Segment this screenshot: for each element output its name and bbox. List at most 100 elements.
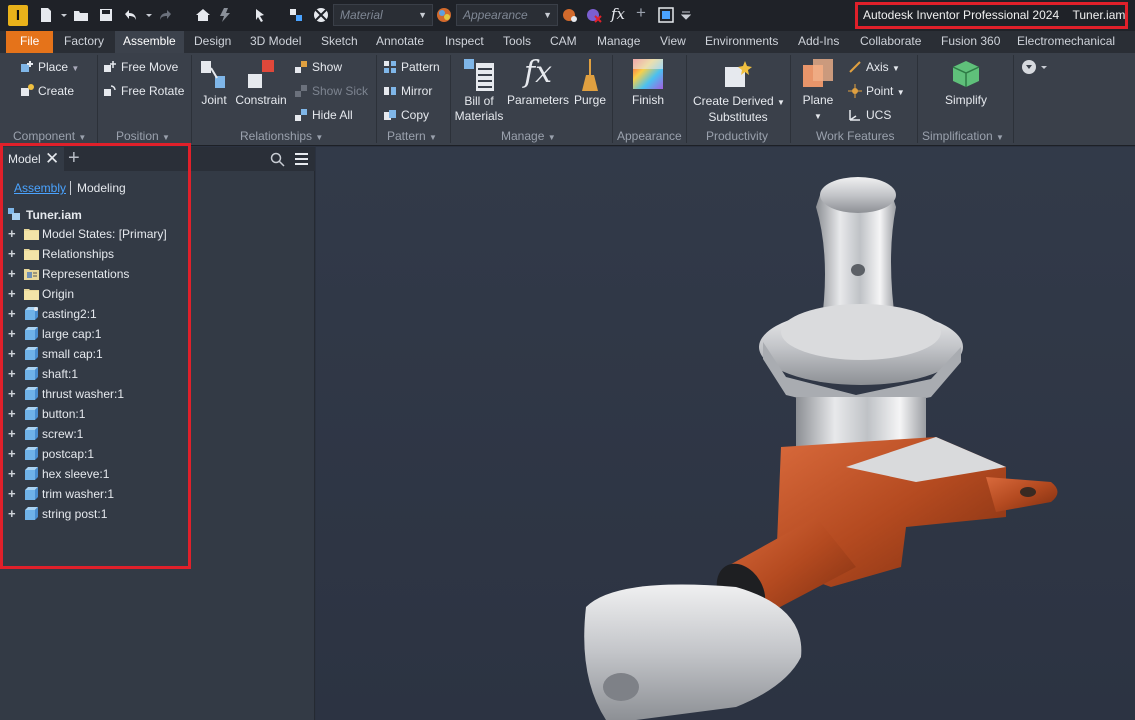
mirror-button[interactable]: Mirror [383, 84, 432, 98]
tab-manage[interactable]: Manage [589, 31, 648, 53]
tab-add-ins[interactable]: Add-Ins [790, 31, 847, 53]
pattern-button[interactable]: Pattern [383, 60, 440, 74]
open-folder-icon[interactable] [73, 7, 89, 23]
search-icon[interactable] [270, 152, 285, 167]
tab-sketch[interactable]: Sketch [313, 31, 366, 53]
tree-item[interactable]: + hex sleeve:1 [8, 465, 109, 483]
adjust-appearance-icon[interactable] [562, 7, 578, 23]
tree-item[interactable]: + screw:1 [8, 425, 83, 443]
expand-icon[interactable]: + [8, 425, 18, 443]
expand-icon[interactable]: + [8, 285, 18, 303]
create-derived-substitutes-button[interactable]: Create Derived ▼ Substitutes [693, 94, 785, 125]
hide-all-button[interactable]: Hide All [294, 108, 353, 122]
tree-item[interactable]: + string post:1 [8, 505, 107, 523]
tree-item[interactable]: + trim washer:1 [8, 485, 114, 503]
expand-icon[interactable]: + [8, 505, 18, 523]
clear-appearance-icon[interactable] [586, 7, 602, 23]
subtab-assembly[interactable]: Assembly [14, 181, 66, 195]
expand-icon[interactable]: + [8, 465, 18, 483]
tree-item[interactable]: + thrust washer:1 [8, 385, 124, 403]
appearance-select[interactable]: Appearance ▼ [456, 4, 558, 26]
parameters-fx-icon[interactable]: fx [611, 5, 625, 23]
joint-button[interactable]: Joint [197, 93, 231, 108]
tuner-model-render[interactable] [316, 147, 1135, 720]
manage-panel-label[interactable]: Manage ▼ [501, 129, 556, 143]
tree-item[interactable]: + Representations [8, 265, 129, 283]
bill-of-materials-button[interactable]: Bill of Materials [452, 94, 506, 124]
tab-3d-model[interactable]: 3D Model [242, 31, 309, 53]
tree-item[interactable]: + Origin [8, 285, 74, 303]
expand-icon[interactable]: + [8, 305, 18, 323]
tree-item[interactable]: + Relationships [8, 245, 114, 263]
expand-icon[interactable]: + [8, 485, 18, 503]
tree-item[interactable]: + postcap:1 [8, 445, 94, 463]
tree-item[interactable]: + button:1 [8, 405, 85, 423]
point-button[interactable]: Point ▼ [848, 84, 905, 100]
tab-tools[interactable]: Tools [495, 31, 539, 53]
tab-fusion-360[interactable]: Fusion 360 [933, 31, 1008, 53]
tab-file[interactable]: File [6, 31, 54, 53]
tree-item[interactable]: + shaft:1 [8, 365, 78, 383]
tab-collaborate[interactable]: Collaborate [852, 31, 929, 53]
free-move-button[interactable]: Free Move [103, 60, 178, 74]
tab-inspect[interactable]: Inspect [437, 31, 492, 53]
save-icon[interactable] [98, 7, 114, 23]
tab-design[interactable]: Design [186, 31, 239, 53]
expand-icon[interactable]: + [8, 265, 18, 283]
pattern-panel-label[interactable]: Pattern ▼ [387, 129, 437, 143]
ucs-button[interactable]: UCS [848, 108, 891, 122]
expand-icon[interactable]: + [8, 385, 18, 403]
add-icon[interactable]: + [636, 3, 646, 23]
expand-icon[interactable]: + [8, 405, 18, 423]
update-icon[interactable] [218, 7, 234, 23]
expand-icon[interactable]: + [8, 225, 18, 243]
position-panel-label[interactable]: Position ▼ [116, 129, 170, 143]
close-icon[interactable]: ✕ [45, 149, 59, 169]
redo-icon[interactable] [158, 7, 174, 23]
tree-item[interactable]: + casting2:1 [8, 305, 97, 323]
new-dropdown-icon[interactable] [60, 7, 68, 23]
copy-button[interactable]: Copy [383, 108, 429, 122]
tab-factory[interactable]: Factory [56, 31, 112, 53]
tree-item[interactable]: + Model States: [Primary] [8, 225, 167, 243]
expand-icon[interactable]: + [8, 365, 18, 383]
expand-icon[interactable]: + [8, 345, 18, 363]
create-button[interactable]: Create [20, 84, 74, 98]
tab-electromechanical[interactable]: Electromechanical [1009, 31, 1123, 53]
simplification-panel-label[interactable]: Simplification ▼ [922, 129, 1004, 143]
subtab-modeling[interactable]: Modeling [77, 181, 126, 195]
add-tab-icon[interactable]: + [68, 147, 80, 170]
show-button[interactable]: Show [294, 60, 342, 74]
ilogic-icon[interactable] [658, 7, 674, 23]
home-icon[interactable] [195, 7, 211, 23]
axis-button[interactable]: Axis ▼ [848, 60, 900, 76]
undo-dropdown-icon[interactable] [145, 7, 153, 23]
constrain-button[interactable]: Constrain [234, 93, 288, 108]
graphics-viewport[interactable] [316, 147, 1135, 720]
relationships-panel-label[interactable]: Relationships ▼ [240, 129, 323, 143]
finish-button[interactable]: Finish [626, 93, 670, 108]
select-priority-icon[interactable] [288, 7, 304, 23]
show-sick-button[interactable]: Show Sick [294, 84, 368, 98]
undo-icon[interactable] [122, 7, 138, 23]
select-filter-icon[interactable] [253, 7, 269, 23]
parameters-button[interactable]: Parameters [507, 93, 569, 108]
app-logo-icon[interactable]: I [8, 5, 28, 26]
expand-icon[interactable]: + [8, 445, 18, 463]
appearance-ball-icon[interactable] [436, 7, 452, 23]
expand-icon[interactable]: + [8, 245, 18, 263]
tab-cam[interactable]: CAM [542, 31, 585, 53]
tree-item[interactable]: + large cap:1 [8, 325, 101, 343]
customize-dropdown-icon[interactable] [681, 7, 691, 23]
tab-environments[interactable]: Environments [697, 31, 786, 53]
plane-button[interactable]: Plane ▼ [797, 93, 839, 124]
expand-icon[interactable]: + [8, 325, 18, 343]
tab-view[interactable]: View [652, 31, 694, 53]
new-file-icon[interactable] [38, 7, 54, 23]
tab-assemble[interactable]: Assemble [115, 31, 184, 53]
place-button[interactable]: Place ▼ [20, 60, 79, 76]
tree-root[interactable]: Tuner.iam [7, 206, 82, 224]
component-panel-label[interactable]: Component ▼ [13, 129, 86, 143]
ribbon-options-icon[interactable] [1021, 59, 1049, 75]
material-ball-icon[interactable] [313, 7, 329, 23]
